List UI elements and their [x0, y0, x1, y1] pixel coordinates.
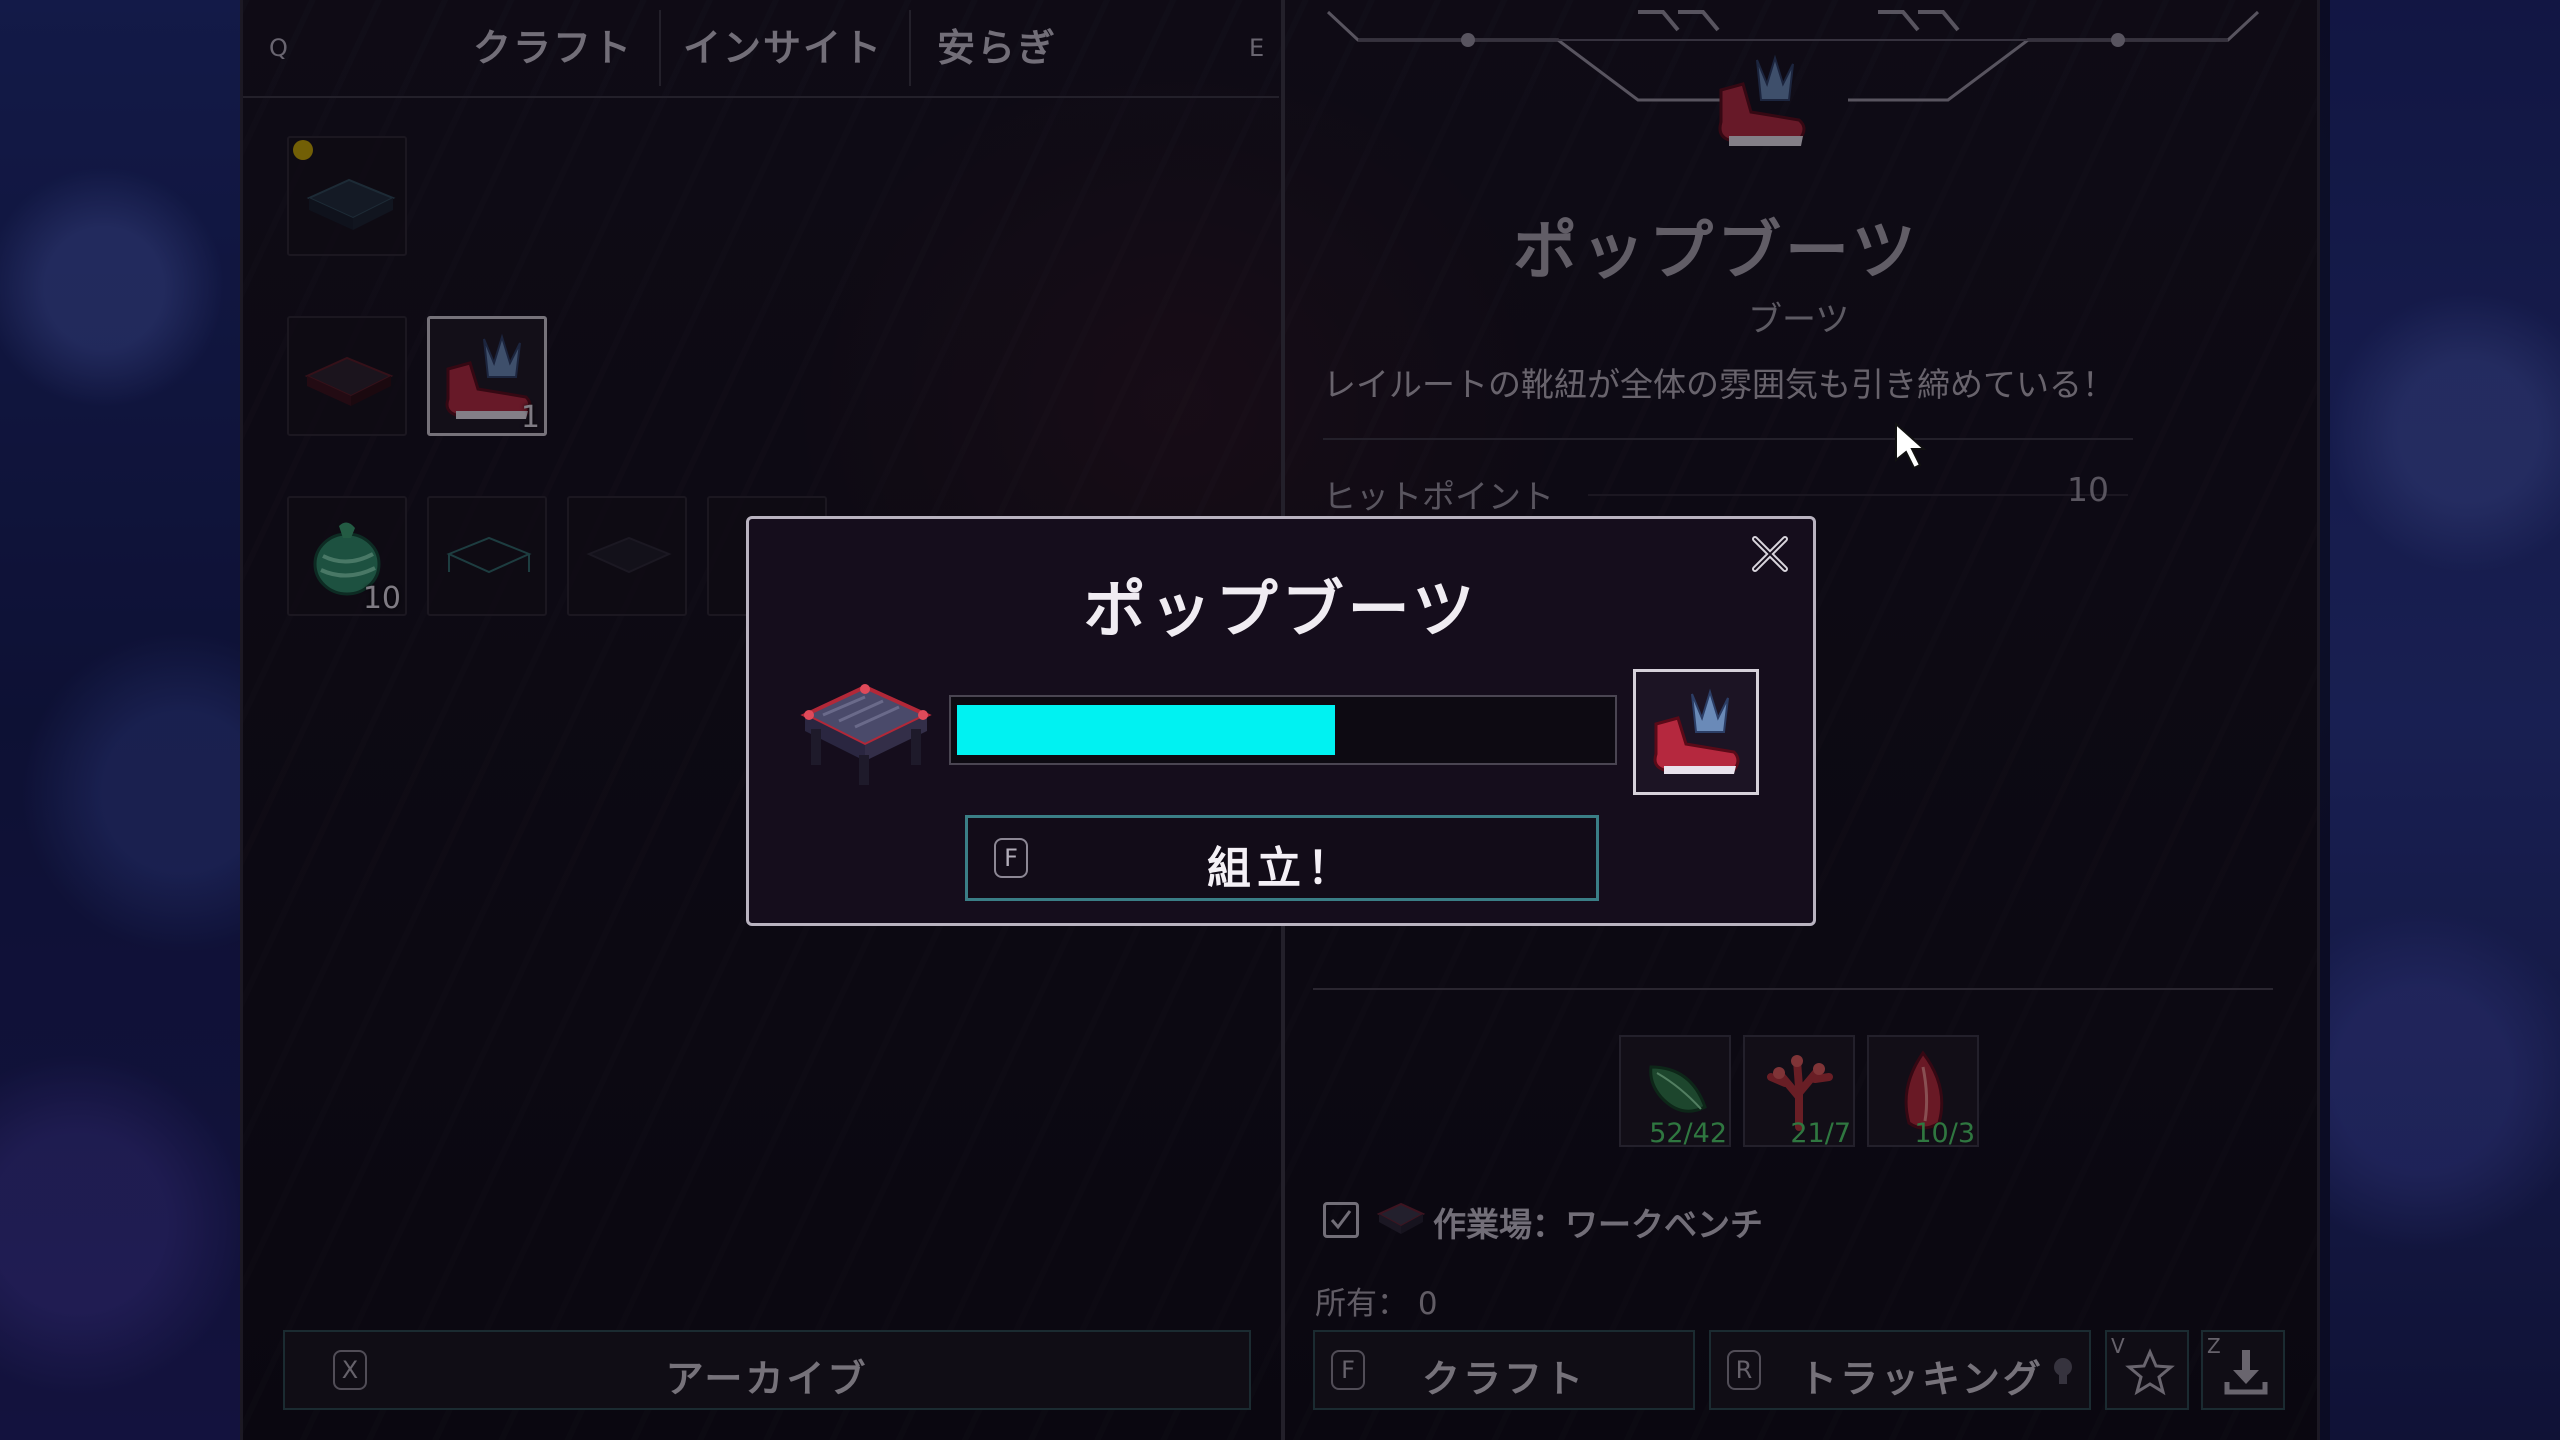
download-key: Z [2207, 1334, 2221, 1358]
recipe-slot[interactable]: 10 [287, 496, 407, 616]
tab-insight[interactable]: インサイト [683, 22, 883, 74]
download-icon [2224, 1350, 2268, 1395]
background-foliage-right [2330, 0, 2560, 1440]
favorite-key: V [2111, 1334, 2125, 1358]
star-icon [2125, 1348, 2175, 1396]
dialog-title: ポップブーツ [1083, 573, 1479, 646]
slot-count: 10 [362, 581, 401, 616]
mouse-cursor-icon [1895, 422, 1927, 470]
ingredient-slot[interactable]: 52/42 [1619, 1035, 1731, 1149]
tracking-label: トラッキング [1799, 1357, 2044, 1401]
recipe-slot-selected[interactable]: 1 [427, 316, 547, 436]
ingredient-count: 21/7 [1790, 1118, 1851, 1149]
stat-label: ヒットポイント [1323, 477, 1554, 516]
archive-button[interactable]: X アーカイブ [283, 1330, 1251, 1410]
tracking-button[interactable]: R トラッキング [1709, 1330, 2091, 1410]
recipe-slot[interactable] [287, 316, 407, 436]
progress-fill [957, 705, 1335, 755]
slot-count: 1 [520, 400, 540, 435]
tab-prev-key: Q [269, 34, 288, 62]
craft-button[interactable]: F クラフト [1313, 1330, 1695, 1410]
ingredient-count: 10/3 [1914, 1118, 1975, 1149]
favorite-button[interactable]: V [2105, 1330, 2189, 1410]
workbench-icon [304, 356, 394, 406]
workbench-icon [1376, 1202, 1426, 1234]
ingredient-slot[interactable]: 21/7 [1743, 1035, 1855, 1149]
assemble-button[interactable]: F 組立！ [965, 815, 1599, 901]
recipe-slot[interactable] [287, 136, 407, 256]
pop-boots-icon [1718, 54, 1806, 146]
close-icon[interactable] [1747, 531, 1793, 577]
result-item-slot [1633, 669, 1759, 795]
pop-boots-icon [1653, 688, 1740, 774]
item-title: ポップブーツ [1513, 215, 1920, 289]
tab-craft[interactable]: クラフト [473, 22, 633, 74]
craft-progress-bar [949, 695, 1617, 765]
archive-label: アーカイブ [665, 1357, 869, 1401]
craft-label: クラフト [1421, 1357, 1586, 1401]
station-label: 作業場：ワークベンチ [1433, 1205, 1763, 1244]
item-description: レイルートの靴紐が全体の雰囲気も引き締めている！ [1323, 365, 2115, 404]
tab-next-key: E [1249, 34, 1265, 62]
workbench-blueprint-icon [293, 140, 396, 230]
tracking-key: R [1727, 1350, 1761, 1390]
pin-icon [2054, 1358, 2072, 1384]
recipe-slot[interactable] [427, 496, 547, 616]
outline-table-icon [446, 536, 532, 574]
recipe-slot[interactable] [567, 496, 687, 616]
tab-bar: Q クラフト インサイト 安らぎ E [243, 0, 1279, 98]
check-icon [1330, 1210, 1352, 1230]
workbench-icon [800, 684, 932, 785]
item-type: ブーツ [1748, 300, 1850, 340]
owned-label: 所有： 0 [1315, 1286, 1438, 1322]
stat-value: 10 [2067, 470, 2109, 509]
download-button[interactable]: Z [2201, 1330, 2285, 1410]
craft-progress-dialog: ポップブーツ F 組立！ [746, 516, 1816, 926]
dark-table-icon [586, 536, 672, 574]
assemble-label: 組立！ [1207, 843, 1357, 894]
ingredient-slot[interactable]: 10/3 [1867, 1035, 1979, 1149]
tab-peace[interactable]: 安らぎ [937, 22, 1057, 74]
header-ornament [1326, 10, 2260, 146]
ingredient-count: 52/42 [1649, 1118, 1727, 1149]
background-foliage-left [0, 0, 260, 1440]
owned-count: 0 [1417, 1286, 1438, 1322]
station-checkbox[interactable] [1323, 1202, 1359, 1238]
